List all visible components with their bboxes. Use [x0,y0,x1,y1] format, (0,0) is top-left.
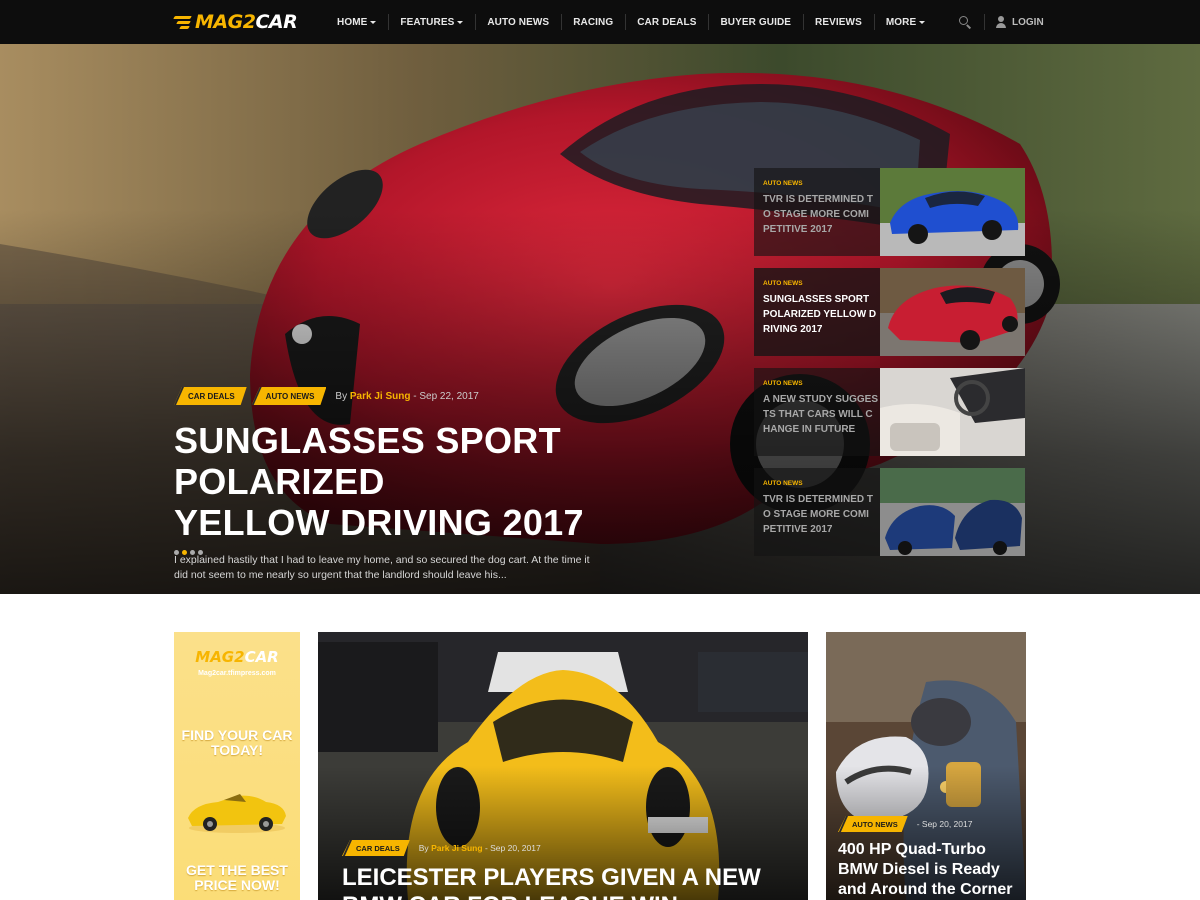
yellow-convertible-image [188,794,286,833]
side-post-tag: AUTO NEWS [763,280,803,287]
nav-item-label: CAR DEALS [637,16,697,28]
sidebar-advertisement[interactable]: MAG2CAR Mag2car.tfimpress.com FIND YOUR … [174,632,300,900]
side-post-text: AUTO NEWS TVR IS DETERMINED TO STAGE MOR… [763,180,878,237]
ad-url: Mag2car.tfimpress.com [198,670,276,677]
search-icon[interactable] [956,13,974,31]
blue-bmw-thumbnail[interactable] [880,168,1025,256]
hero-byline: By Park Ji Sung - Sep 22, 2017 [335,391,478,402]
author-link[interactable]: Park Ji Sung [431,843,483,853]
nav-item-label: HOME [337,16,368,28]
card-byline: - Sep 20, 2017 [917,819,973,829]
side-post[interactable]: AUTO NEWS A NEW STUDY SUGGESTS THAT CARS… [754,368,1025,456]
nav-right-tools: LOGIN [956,0,1044,44]
user-icon[interactable] [995,16,1007,28]
site-logo[interactable]: MAG2 CAR [173,10,298,34]
card-gradient-overlay [318,632,808,900]
nav-item-more[interactable]: MORE [873,0,937,44]
nav-item-home[interactable]: HOME [325,0,388,44]
main-menu: HOME FEATURES AUTO NEWS RACING CAR DEALS… [325,0,937,44]
ad-logo-part2: CAR [244,648,279,666]
side-post-title[interactable]: SUNGLASSES SPORT POLARIZED YELLOW DRIVIN… [763,292,878,337]
hero-meta: CAR DEALS AUTO NEWS By Park Ji Sung - Se… [174,386,734,406]
racing-cars-thumbnail[interactable] [880,468,1025,556]
side-post-title[interactable]: TVR IS DETERMINED TO STAGE MORE COMI PET… [763,192,878,237]
caret-down-icon [370,20,377,24]
login-link[interactable]: LOGIN [1012,17,1044,28]
slider-pagination [174,550,206,555]
author-link[interactable]: Park Ji Sung [350,391,411,402]
category-tag-auto-news[interactable]: AUTO NEWS [252,387,327,405]
side-post-text: AUTO NEWS TVR IS DETERMINED TO STAGE MOR… [763,480,878,537]
card-meta: CAR DEALS By Park Ji Sung - Sep 20, 2017 [342,840,541,856]
post-date: - Sep 20, 2017 [916,819,973,829]
side-post-text: AUTO NEWS SUNGLASSES SPORT POLARIZED YEL… [763,280,878,337]
nav-item-car-deals[interactable]: CAR DEALS [625,0,708,44]
nav-item-label: BUYER GUIDE [720,16,792,28]
red-sports-car-thumbnail[interactable] [880,268,1025,356]
side-post[interactable]: AUTO NEWS TVR IS DETERMINED TO STAGE MOR… [754,168,1025,256]
slider-side-list: AUTO NEWS TVR IS DETERMINED TO STAGE MOR… [754,168,1025,568]
by-label: By [418,843,429,853]
nav-divider [984,14,985,30]
category-tag-car-deals[interactable]: CAR DEALS [174,387,247,405]
side-post-title[interactable]: TVR IS DETERMINED TO STAGE MORE COMI PET… [763,492,878,537]
hero-title-line1[interactable]: SUNGLASSES SPORT POLARIZED [174,420,561,502]
ad-logo-part1: MAG2 [195,648,245,666]
logo-text-part1: MAG2 [195,11,256,33]
featured-post-title[interactable]: LEICESTER PLAYERS GIVEN A NEW BMW CAR FO… [342,864,792,900]
nav-item-racing[interactable]: RACING [561,0,625,44]
car-interior-thumbnail[interactable] [880,368,1025,456]
secondary-post-title[interactable]: 400 HP Quad-Turbo BMW Diesel is Ready an… [838,840,1018,900]
nav-item-reviews[interactable]: REVIEWS [803,0,874,44]
top-navbar: MAG2 CAR HOME FEATURES AUTO NEWS RACING C… [0,0,1200,44]
nav-item-label: FEATURES [400,16,455,28]
post-date: - Sep 22, 2017 [413,390,479,402]
nav-item-label: RACING [573,16,614,28]
nav-item-features[interactable]: FEATURES [388,0,475,44]
slider-dot[interactable] [198,550,203,555]
by-label: By [335,390,348,402]
side-post-text: AUTO NEWS A NEW STUDY SUGGESTS THAT CARS… [763,380,878,437]
side-post-title[interactable]: A NEW STUDY SUGGESTS THAT CARS WILL CHAN… [763,392,878,437]
category-tag-car-deals[interactable]: CAR DEALS [342,840,410,856]
logo-text-part2: CAR [255,11,298,33]
card-byline: By Park Ji Sung - Sep 20, 2017 [419,843,541,853]
ad-subheadline: GET THE BEST PRICE NOW! [186,862,288,893]
side-post[interactable]: AUTO NEWS TVR IS DETERMINED TO STAGE MOR… [754,468,1025,556]
nav-item-label: MORE [885,16,917,28]
post-date: - Sep 20, 2017 [484,843,541,853]
category-tag-auto-news[interactable]: AUTO NEWS [838,816,908,832]
nav-item-label: AUTO NEWS [487,16,550,28]
ad-headline: FIND YOUR CAR TODAY! [181,727,293,758]
nav-item-buyer-guide[interactable]: BUYER GUIDE [708,0,803,44]
side-post-active[interactable]: AUTO NEWS SUNGLASSES SPORT POLARIZED YEL… [754,268,1025,356]
hero-slider[interactable]: CAR DEALS AUTO NEWS By Park Ji Sung - Se… [0,44,1200,594]
caret-down-icon [919,20,926,24]
slider-dot[interactable] [174,550,179,555]
logo-wing-icon [173,15,194,29]
nav-item-label: REVIEWS [815,16,862,28]
nav-item-auto-news[interactable]: AUTO NEWS [475,0,561,44]
hero-title-line2[interactable]: YELLOW DRIVING 2017 [174,502,584,543]
side-post-tag: AUTO NEWS [763,480,803,487]
secondary-post-card[interactable]: AUTO NEWS - Sep 20, 2017 400 HP Quad-Tur… [826,632,1026,900]
caret-down-icon [457,20,464,24]
card-meta: AUTO NEWS - Sep 20, 2017 [838,816,972,832]
hero-excerpt: I explained hastily that I had to leave … [174,554,590,581]
slider-dot-active[interactable] [182,550,187,555]
ad-logo: MAG2CAR [174,648,300,666]
side-post-tag: AUTO NEWS [763,180,803,187]
side-post-tag: AUTO NEWS [763,380,803,387]
slider-dot[interactable] [190,550,195,555]
hero-caption: CAR DEALS AUTO NEWS By Park Ji Sung - Se… [174,386,734,583]
hero-title[interactable]: SUNGLASSES SPORT POLARIZED YELLOW DRIVIN… [174,420,734,543]
featured-post-card[interactable]: CAR DEALS By Park Ji Sung - Sep 20, 2017… [318,632,808,900]
